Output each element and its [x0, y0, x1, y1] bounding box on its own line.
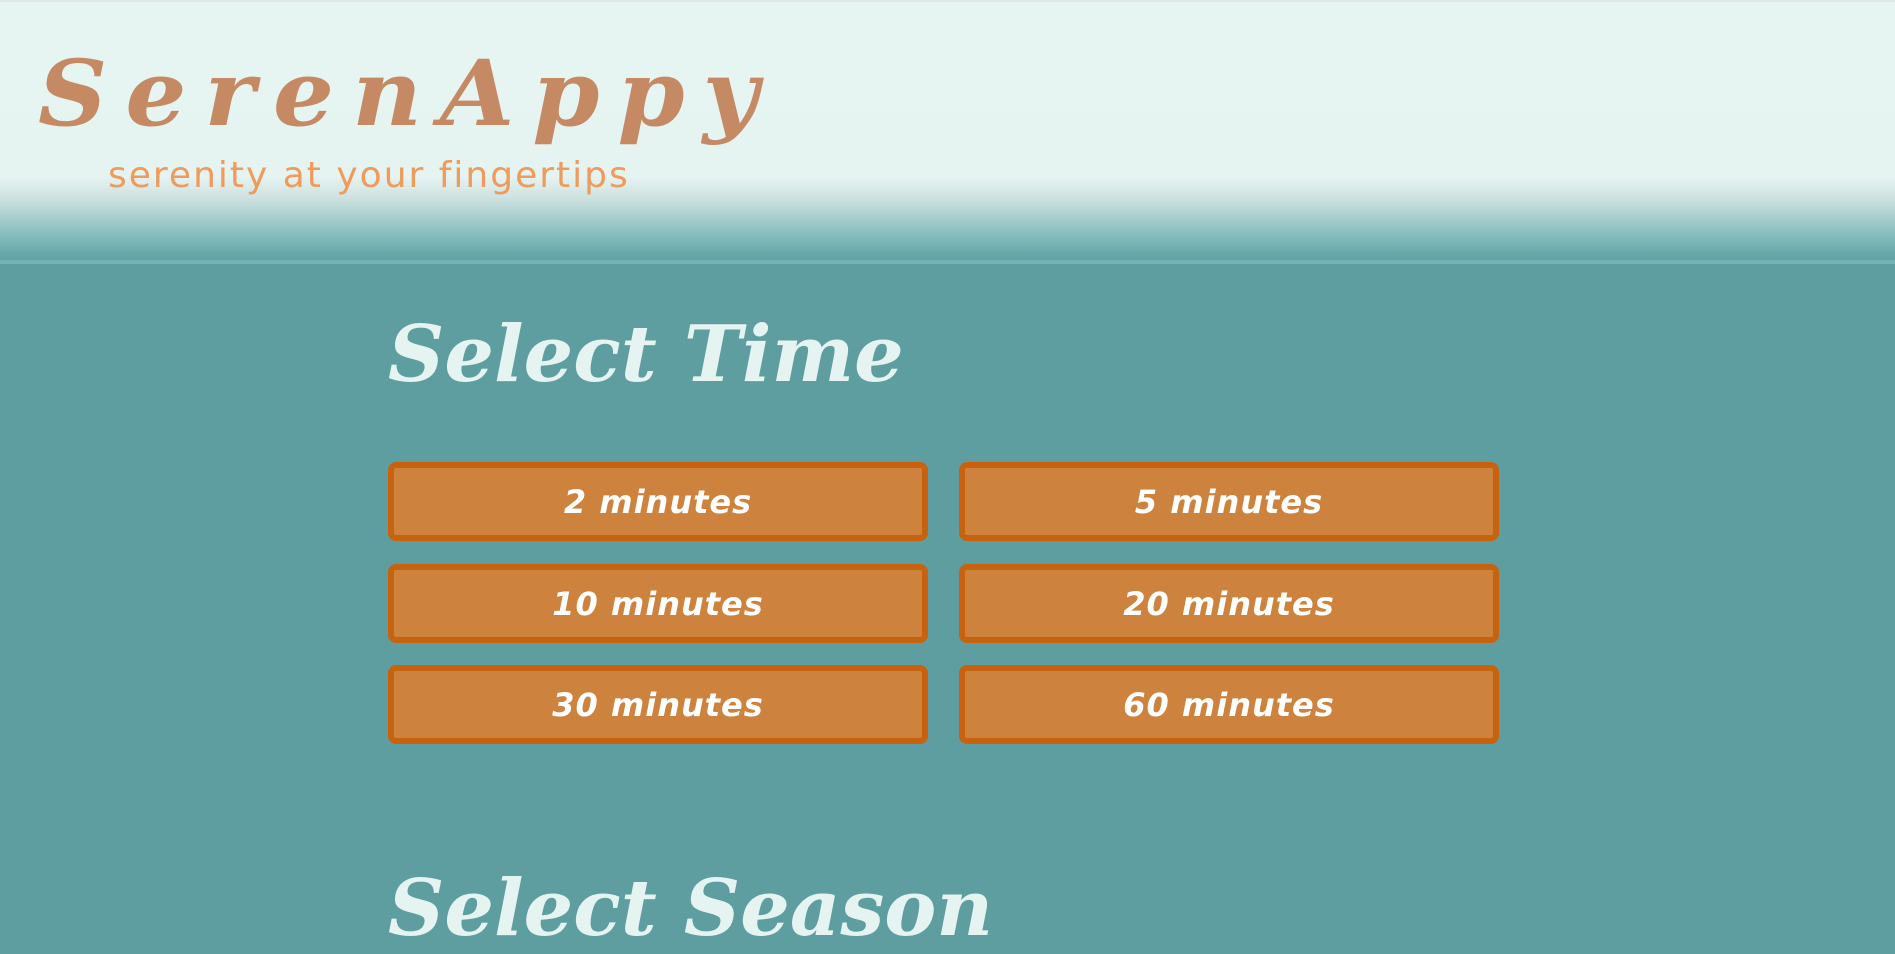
- time-options-grid: 2 minutes 5 minutes 10 minutes 20 minute…: [388, 462, 1499, 748]
- site-header: SerenAppy serenity at your fingertips: [0, 2, 1895, 264]
- time-option-60-minutes-button[interactable]: 60 minutes: [959, 665, 1499, 744]
- select-time-heading: Select Time: [388, 309, 904, 400]
- logo[interactable]: SerenAppy: [38, 48, 776, 139]
- time-option-5-minutes-button[interactable]: 5 minutes: [959, 462, 1499, 541]
- time-option-30-minutes-button[interactable]: 30 minutes: [388, 665, 928, 744]
- time-option-20-minutes-button[interactable]: 20 minutes: [959, 564, 1499, 643]
- time-option-2-minutes-button[interactable]: 2 minutes: [388, 462, 928, 541]
- time-option-10-minutes-button[interactable]: 10 minutes: [388, 564, 928, 643]
- tagline: serenity at your fingertips: [108, 155, 630, 196]
- select-season-heading: Select Season: [388, 863, 994, 954]
